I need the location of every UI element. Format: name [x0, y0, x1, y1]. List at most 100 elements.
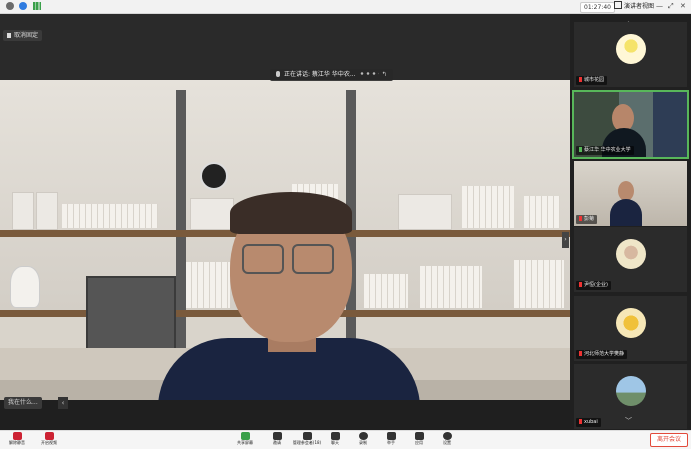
book-row	[62, 204, 158, 228]
record-button[interactable]: 录制	[350, 432, 376, 448]
participant-name-text: 尹恒(企业)	[584, 282, 608, 288]
apps-label: 应用	[415, 440, 423, 445]
scroll-down-button[interactable]: ﹀	[625, 416, 632, 426]
avatar	[616, 308, 646, 338]
muted-microphone-icon	[12, 432, 22, 440]
book-row	[524, 196, 560, 228]
participant-name-text: 彭菊	[584, 216, 595, 222]
speaker-view-label: 演讲者视图	[624, 3, 655, 10]
desk-clock	[200, 162, 228, 190]
glasses-lens-right	[292, 244, 334, 274]
chat-icon	[330, 432, 340, 440]
info-icon[interactable]	[19, 2, 27, 10]
audio-level-icon	[358, 70, 379, 77]
leave-meeting-button[interactable]: 离开会议	[650, 433, 688, 447]
participants-icon	[302, 432, 312, 440]
record-label: 录制	[359, 440, 367, 445]
participant-body	[610, 199, 642, 226]
fullscreen-button[interactable]: ⤢	[668, 2, 674, 11]
invite-button[interactable]: 邀请	[264, 432, 290, 448]
invite-label: 邀请	[273, 440, 281, 445]
main-speaker-video	[0, 80, 570, 400]
participant-tile[interactable]: 彭菊	[574, 161, 687, 226]
raise-hand-button[interactable]: 举手	[378, 432, 404, 448]
chat-preview[interactable]: 我在什么...	[4, 397, 42, 409]
book-row	[420, 266, 482, 308]
participant-name-text: 河北师范大学樊静	[584, 351, 625, 357]
muted-mic-icon	[579, 77, 582, 82]
participant-name: xubai	[576, 418, 601, 427]
muted-mic-icon	[579, 282, 582, 287]
collapse-button[interactable]: ‹	[58, 397, 68, 409]
participant-name-text: 城市花园	[584, 77, 605, 83]
apps-icon	[414, 432, 424, 440]
storage-box	[12, 192, 34, 230]
muted-mic-icon	[579, 419, 582, 424]
share-screen-button[interactable]: 共享屏幕	[232, 432, 258, 448]
active-mic-icon	[579, 147, 582, 152]
top-bar: 01:27:40 演讲者视图 — ⤢ ✕	[0, 0, 691, 14]
book-row	[462, 186, 514, 228]
participant-name: 蔡江华 华中农业大学	[576, 146, 634, 155]
book-row	[364, 274, 408, 308]
apps-button[interactable]: 应用	[406, 432, 432, 448]
raise-hand-icon	[386, 432, 396, 440]
signal-bars-icon	[33, 2, 41, 10]
participant-name-text: xubai	[584, 419, 598, 425]
muted-mic-icon	[579, 351, 582, 356]
speaker-view-button[interactable]: 演讲者视图	[614, 1, 654, 11]
start-video-button[interactable]: 开启视频	[36, 432, 62, 448]
start-video-label: 开启视频	[41, 440, 57, 445]
record-icon	[358, 432, 368, 440]
manage-participants-button[interactable]: 管理参会者(18)	[292, 432, 322, 448]
glasses-lens-left	[242, 244, 284, 274]
settings-label: 设置	[443, 440, 451, 445]
share-screen-icon	[240, 432, 250, 440]
participant-name: 彭菊	[576, 215, 598, 224]
speaking-label: 正在讲话: 蔡江华 华中农...	[284, 71, 356, 78]
muted-mic-icon	[579, 216, 582, 221]
unmute-label: 解除静音	[9, 440, 25, 445]
storage-box	[36, 192, 58, 230]
unpin-button[interactable]: 取消固定	[3, 30, 43, 41]
microphone-icon	[276, 71, 280, 77]
close-button[interactable]: ✕	[680, 2, 686, 11]
chat-preview-label: 我在什么...	[8, 399, 38, 406]
book-row	[514, 260, 564, 308]
share-screen-label: 共享屏幕	[237, 440, 253, 445]
chat-label: 聊天	[331, 440, 339, 445]
unpin-label: 取消固定	[14, 32, 39, 39]
participant-tile[interactable]: 城市花园	[574, 22, 687, 87]
desk-monitor	[86, 276, 176, 354]
video-off-icon	[44, 432, 54, 440]
raise-hand-label: 举手	[387, 440, 395, 445]
participant-name-text: 蔡江华 华中农业大学	[584, 147, 631, 153]
book-row	[186, 262, 230, 308]
avatar	[616, 34, 646, 64]
unmute-button[interactable]: 解除静音	[4, 432, 30, 448]
avatar	[616, 376, 646, 406]
back-icon[interactable]: ↰	[382, 71, 387, 78]
participant-name: 河北师范大学樊静	[576, 350, 628, 359]
avatar	[616, 239, 646, 269]
participant-name: 城市花园	[576, 76, 608, 85]
participant-tile[interactable]: 尹恒(企业)	[574, 227, 687, 292]
participant-face	[618, 181, 634, 201]
security-shield-icon[interactable]	[6, 2, 14, 10]
grid-view-icon	[614, 1, 622, 9]
speaking-indicator: 正在讲话: 蔡江华 华中农... ↰	[270, 69, 393, 81]
hide-gallery-button[interactable]: ›	[562, 232, 569, 248]
storage-box	[190, 198, 234, 230]
pin-icon	[7, 33, 11, 38]
speaker-hair	[230, 192, 352, 234]
chat-button[interactable]: 聊天	[322, 432, 348, 448]
participant-tile-active-speaker[interactable]: 蔡江华 华中农业大学	[572, 90, 689, 159]
participant-name: 尹恒(企业)	[576, 281, 611, 290]
settings-button[interactable]: 设置	[434, 432, 460, 448]
participant-tile[interactable]: 河北师范大学樊静	[574, 296, 687, 361]
meeting-toolbar: 解除静音 开启视频 共享屏幕 邀请 管理参会者(18) 聊天 录制 举手 应用 …	[0, 430, 691, 449]
vase	[10, 266, 40, 308]
invite-icon	[272, 432, 282, 440]
minimize-button[interactable]: —	[656, 2, 663, 11]
manage-participants-label: 管理参会者(18)	[292, 440, 322, 445]
